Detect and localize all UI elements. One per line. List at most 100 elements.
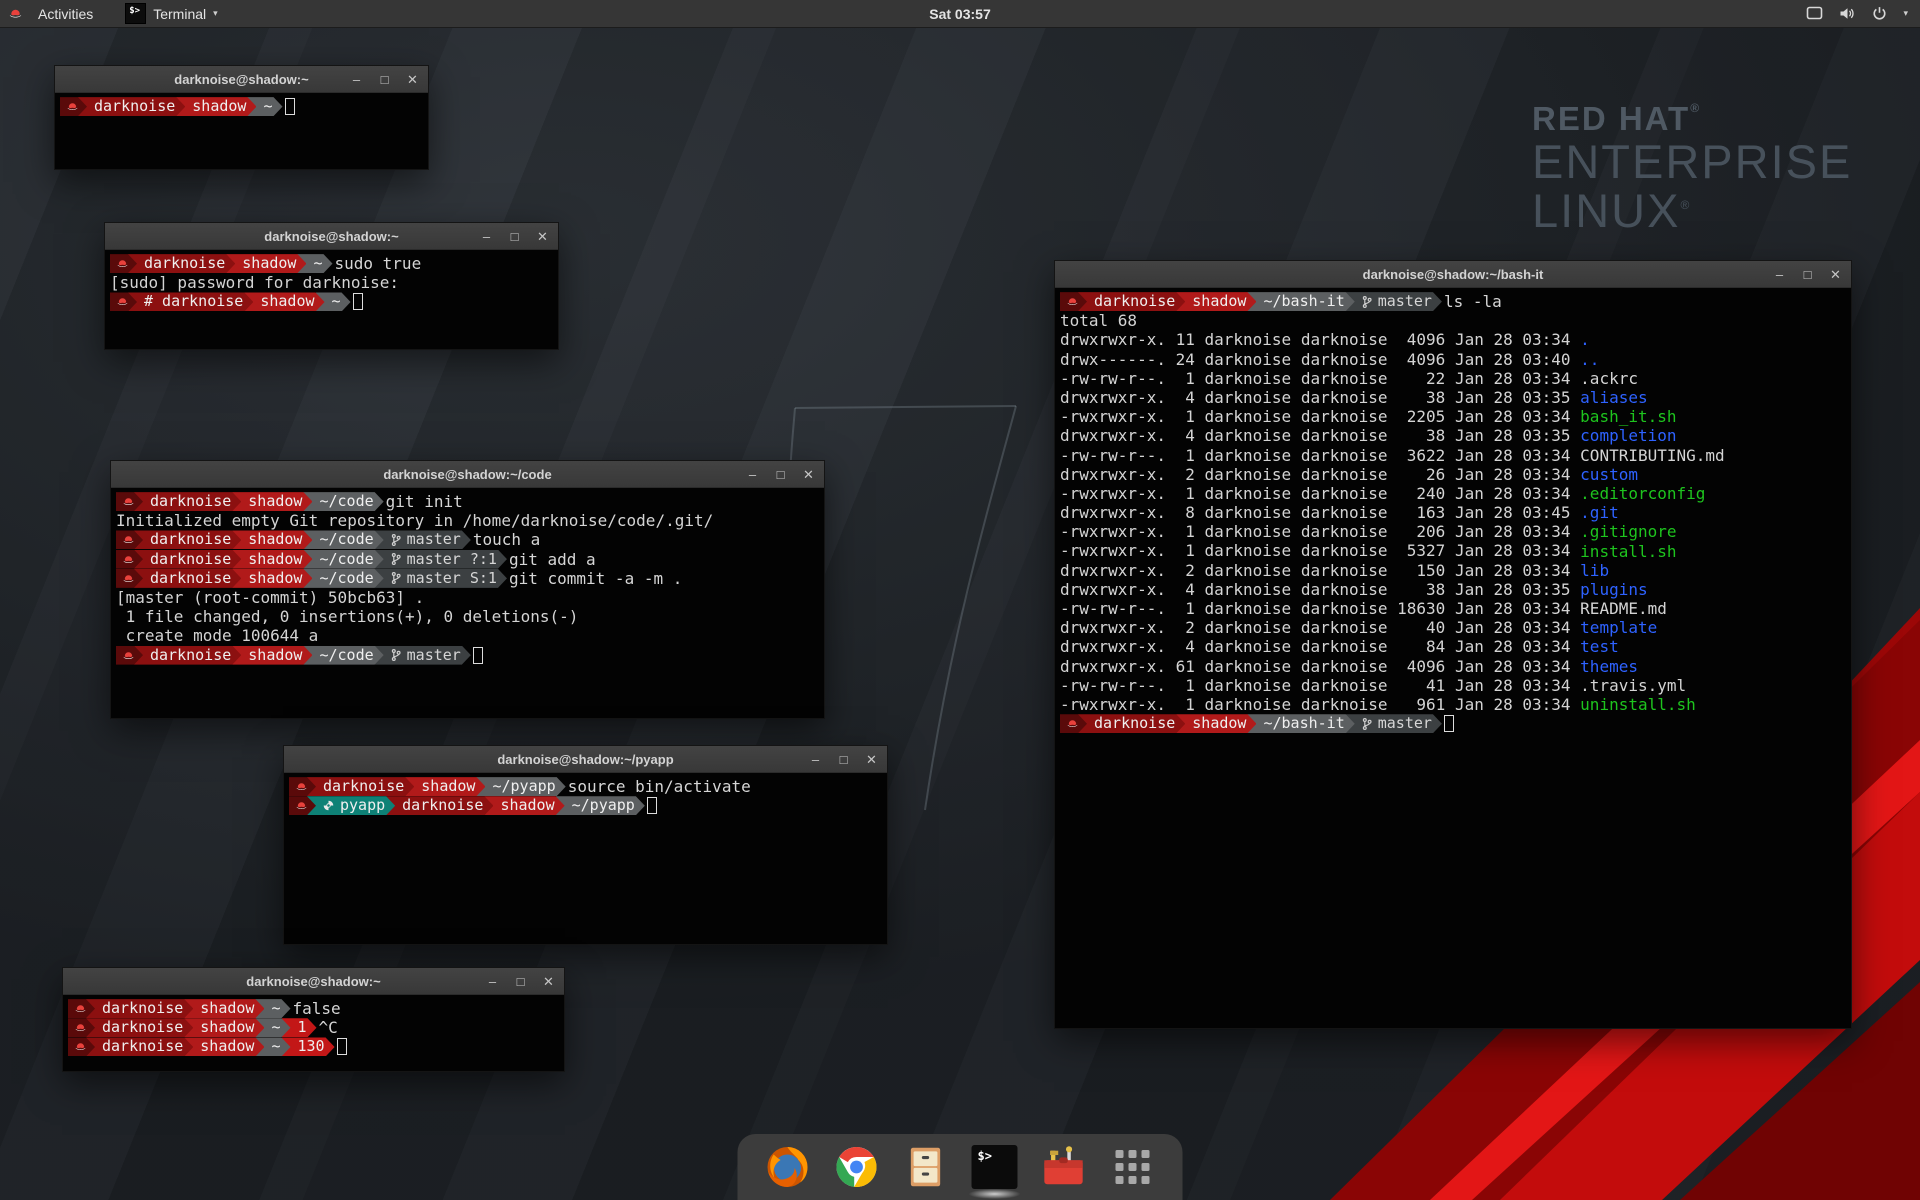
typed-command: source bin/activate bbox=[568, 777, 751, 796]
prompt-segment-path: ~/pyapp bbox=[476, 777, 565, 796]
dock-item-firefox[interactable] bbox=[764, 1143, 812, 1191]
dock-item-chrome[interactable] bbox=[833, 1143, 881, 1191]
terminal-app-icon: $> bbox=[125, 3, 146, 24]
terminal-content[interactable]: darknoiseshadow~/pyappsource bin/activat… bbox=[284, 773, 887, 815]
terminal-line: drwxrwxr-x. 4 darknoise darknoise 84 Jan… bbox=[1060, 637, 1846, 656]
brand-line-redhat: RED HAT® bbox=[1532, 100, 1852, 138]
close-button[interactable]: ✕ bbox=[1829, 268, 1842, 281]
terminal-window-2[interactable]: darknoise@shadow:~–□✕darknoiseshadow~sud… bbox=[104, 222, 559, 350]
maximize-button[interactable]: □ bbox=[378, 73, 391, 86]
terminal-line: darknoiseshadow~/codemaster ?:1git add a bbox=[116, 550, 819, 569]
maximize-button[interactable]: □ bbox=[508, 230, 521, 243]
terminal-line: -rwxrwxr-x. 1 darknoise darknoise 2205 J… bbox=[1060, 407, 1846, 426]
ls-row-filename: plugins bbox=[1580, 580, 1647, 599]
titlebar[interactable]: darknoise@shadow:~–□✕ bbox=[105, 223, 558, 250]
terminal-content[interactable]: darknoiseshadow~/codegit initInitialized… bbox=[111, 488, 824, 665]
prompt-segment-user: darknoise bbox=[1078, 714, 1185, 733]
terminal-window-4[interactable]: darknoise@shadow:~/pyapp–□✕darknoiseshad… bbox=[283, 745, 888, 945]
prompt-segment-host: shadow bbox=[184, 1037, 264, 1056]
prompt-segment-host: shadow bbox=[184, 1018, 264, 1037]
ls-row-filename: .gitignore bbox=[1580, 522, 1676, 541]
dock-item-toolbox[interactable] bbox=[1040, 1143, 1088, 1191]
terminal-content[interactable]: darknoiseshadow~/bash-itmasterls -latota… bbox=[1055, 288, 1851, 733]
prompt-segment-host: shadow bbox=[1176, 714, 1256, 733]
minimize-button[interactable]: – bbox=[480, 230, 493, 243]
redhat-fedora-icon bbox=[1066, 295, 1079, 308]
close-button[interactable]: ✕ bbox=[536, 230, 549, 243]
maximize-button[interactable]: □ bbox=[837, 753, 850, 766]
dock-item-files[interactable] bbox=[902, 1143, 950, 1191]
terminal-line: [sudo] password for darknoise: bbox=[110, 273, 553, 292]
power-icon[interactable] bbox=[1872, 6, 1887, 21]
maximize-button[interactable]: □ bbox=[514, 975, 527, 988]
redhat-fedora-icon bbox=[74, 1002, 87, 1015]
output-text: total 68 bbox=[1060, 311, 1137, 330]
prompt-segment-path: ~/pyapp bbox=[556, 796, 645, 815]
terminal-line: darknoiseshadow~1^C bbox=[68, 1018, 559, 1037]
titlebar[interactable]: darknoise@shadow:~/bash-it – □ ✕ bbox=[1055, 261, 1851, 288]
close-button[interactable]: ✕ bbox=[802, 468, 815, 481]
terminal-line: pyappdarknoiseshadow~/pyapp bbox=[289, 796, 882, 815]
prompt-segment-host: shadow bbox=[176, 97, 256, 116]
terminal-line: drwxrwxr-x. 61 darknoise darknoise 4096 … bbox=[1060, 657, 1846, 676]
minimize-button[interactable]: – bbox=[746, 468, 759, 481]
terminal-line: -rw-rw-r--. 1 darknoise darknoise 22 Jan… bbox=[1060, 369, 1846, 388]
titlebar[interactable]: darknoise@shadow:~/pyapp–□✕ bbox=[284, 746, 887, 773]
titlebar[interactable]: darknoise@shadow:~ – □ ✕ bbox=[55, 66, 428, 93]
terminal-content[interactable]: darknoiseshadow~sudo true[sudo] password… bbox=[105, 250, 558, 312]
window-title: darknoise@shadow:~ bbox=[174, 72, 308, 87]
terminal-line: darknoiseshadow~/codemaster bbox=[116, 646, 819, 665]
volume-icon[interactable] bbox=[1839, 6, 1856, 21]
ls-row-meta: drwxrwxr-x. 2 darknoise darknoise 26 Jan… bbox=[1060, 465, 1580, 484]
terminal-line: drwxrwxr-x. 4 darknoise darknoise 38 Jan… bbox=[1060, 388, 1846, 407]
terminal-line: 1 file changed, 0 insertions(+), 0 delet… bbox=[116, 607, 819, 626]
minimize-button[interactable]: – bbox=[350, 73, 363, 86]
window-title: darknoise@shadow:~/bash-it bbox=[1363, 267, 1544, 282]
ls-row-filename: . bbox=[1580, 330, 1590, 349]
window-title: darknoise@shadow:~/code bbox=[383, 467, 551, 482]
prompt-segment-user: darknoise bbox=[78, 97, 185, 116]
dock-item-terminal[interactable]: $> bbox=[971, 1143, 1019, 1191]
terminal-window-1[interactable]: darknoise@shadow:~ – □ ✕ darknoiseshadow~ bbox=[54, 65, 429, 170]
close-button[interactable]: ✕ bbox=[406, 73, 419, 86]
system-menu-chevron-icon[interactable]: ▾ bbox=[1903, 8, 1908, 19]
typed-command: ^C bbox=[319, 1018, 338, 1037]
activities-button[interactable]: Activities bbox=[30, 0, 101, 27]
ls-row-meta: drwxrwxr-x. 4 darknoise darknoise 38 Jan… bbox=[1060, 388, 1580, 407]
close-button[interactable]: ✕ bbox=[542, 975, 555, 988]
terminal-line: darknoiseshadow~sudo true bbox=[110, 254, 553, 273]
minimize-button[interactable]: – bbox=[1773, 268, 1786, 281]
redhat-fedora-icon bbox=[74, 1040, 87, 1053]
prompt-segment-path: ~/code bbox=[303, 530, 383, 549]
minimize-button[interactable]: – bbox=[486, 975, 499, 988]
redhat-fedora-icon bbox=[122, 553, 135, 566]
terminal-line: # darknoiseshadow~ bbox=[110, 292, 553, 311]
minimize-button[interactable]: – bbox=[809, 753, 822, 766]
prompt-segment-user: darknoise bbox=[86, 1037, 193, 1056]
ls-row-meta: -rwxrwxr-x. 1 darknoise darknoise 5327 J… bbox=[1060, 541, 1580, 560]
git-branch-icon bbox=[1362, 717, 1372, 731]
ls-row-meta: -rw-rw-r--. 1 darknoise darknoise 18630 … bbox=[1060, 599, 1580, 618]
terminal-window-3[interactable]: darknoise@shadow:~/code – □ ✕ darknoiseshado… bbox=[110, 460, 825, 719]
terminal-window-6[interactable]: darknoise@shadow:~/bash-it – □ ✕ darknoisesh… bbox=[1054, 260, 1852, 1029]
terminal-window-5[interactable]: darknoise@shadow:~–□✕darknoiseshadow~fal… bbox=[62, 967, 565, 1072]
titlebar[interactable]: darknoise@shadow:~/code – □ ✕ bbox=[111, 461, 824, 488]
terminal-cursor bbox=[285, 98, 295, 115]
terminal-content[interactable]: darknoiseshadow~ bbox=[55, 93, 428, 116]
maximize-button[interactable]: □ bbox=[774, 468, 787, 481]
dock-item-app-grid[interactable] bbox=[1109, 1143, 1157, 1191]
terminal-line: -rwxrwxr-x. 1 darknoise darknoise 961 Ja… bbox=[1060, 695, 1846, 714]
display-icon[interactable] bbox=[1806, 6, 1823, 21]
redhat-fedora-icon bbox=[116, 295, 129, 308]
titlebar[interactable]: darknoise@shadow:~–□✕ bbox=[63, 968, 564, 995]
terminal-content[interactable]: darknoiseshadow~falsedarknoiseshadow~1^C… bbox=[63, 995, 564, 1057]
typed-command: ls -la bbox=[1444, 292, 1502, 311]
close-button[interactable]: ✕ bbox=[865, 753, 878, 766]
clock[interactable]: Sat 03:57 bbox=[929, 6, 990, 22]
prompt-segment-user: darknoise bbox=[128, 254, 235, 273]
git-branch-icon bbox=[391, 552, 401, 566]
terminal-line: drwx------. 24 darknoise darknoise 4096 … bbox=[1060, 350, 1846, 369]
typed-command: sudo true bbox=[335, 254, 422, 273]
maximize-button[interactable]: □ bbox=[1801, 268, 1814, 281]
app-menu[interactable]: $> Terminal ▾ bbox=[115, 0, 227, 27]
